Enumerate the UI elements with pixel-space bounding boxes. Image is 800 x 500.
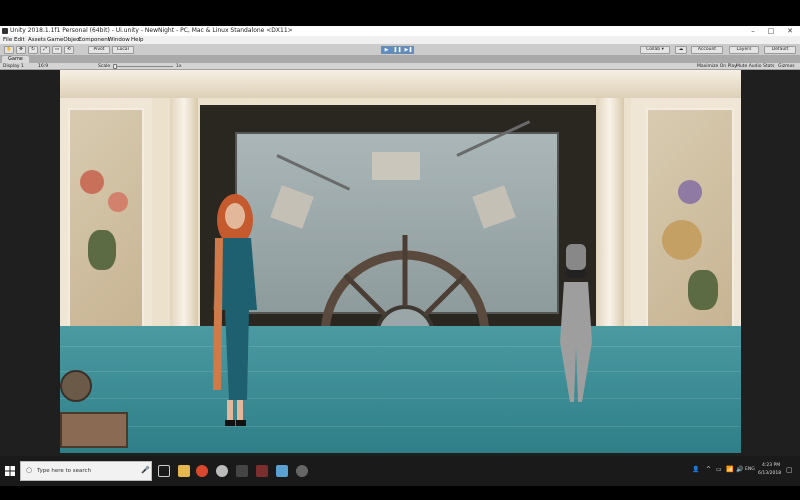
pivot-toggle[interactable]: Pivot <box>88 46 110 54</box>
mute-audio-toggle[interactable]: Mute Audio <box>736 63 762 70</box>
ceiling-beam <box>276 154 351 191</box>
collab-button[interactable]: Collab ▾ <box>640 46 670 54</box>
chrome-icon[interactable] <box>196 465 208 477</box>
minimize-button[interactable]: – <box>744 26 762 36</box>
scene-ceiling <box>60 70 741 98</box>
floor-plank-line <box>60 398 741 399</box>
menu-file[interactable]: File <box>3 36 12 44</box>
battery-icon[interactable]: ▭ <box>716 466 722 473</box>
maximize-on-play-toggle[interactable]: Maximize On Play <box>697 63 737 70</box>
windows-logo-icon <box>5 466 15 476</box>
window-title: Unity 2018.1.1f1 Personal (64bit) - Ui.u… <box>10 27 293 34</box>
rotate-tool-icon[interactable]: ↻ <box>28 46 38 54</box>
menu-bar: File Edit Assets GameObject Component Wi… <box>0 36 800 44</box>
step-button[interactable]: ▶❚ <box>403 46 414 54</box>
windows-start-button[interactable] <box>0 456 20 486</box>
menu-assets[interactable]: Assets <box>28 36 46 44</box>
main-toolbar: ✋ ✥ ↻ ⤢ ▭ ⟲ Pivot Local ▶ ❚❚ ▶❚ Collab ▾… <box>0 44 800 56</box>
floor-plank-line <box>60 426 741 427</box>
left-pillar <box>170 98 198 326</box>
app-icon[interactable] <box>216 465 228 477</box>
tab-game[interactable]: Game <box>2 56 29 63</box>
scene-floor <box>60 326 741 453</box>
hanging-lamp <box>372 152 420 180</box>
move-tool-icon[interactable]: ✥ <box>16 46 26 54</box>
hanging-lamp <box>270 185 314 229</box>
hand-tool-icon[interactable]: ✋ <box>4 46 14 54</box>
leaf-decoration <box>88 230 116 270</box>
rect-tool-icon[interactable]: ▭ <box>52 46 62 54</box>
unity-editor-window: Unity 2018.1.1f1 Personal (64bit) - Ui.u… <box>0 26 800 456</box>
show-hidden-icons-icon[interactable]: ^ <box>706 466 711 473</box>
notifications-icon[interactable]: ▢ <box>786 466 793 474</box>
maximize-button[interactable]: □ <box>762 26 780 36</box>
radio-body <box>60 412 128 448</box>
unity-taskbar-icon[interactable] <box>236 465 248 477</box>
floor-plank-line <box>60 346 741 347</box>
right-pillar <box>596 98 624 326</box>
left-floral-panel <box>68 108 144 328</box>
settings-app-icon[interactable] <box>296 465 308 477</box>
layout-dropdown[interactable]: Default <box>764 46 796 54</box>
menu-edit[interactable]: Edit <box>14 36 25 44</box>
microphone-icon[interactable]: 🎤 <box>141 466 150 474</box>
game-tab-bar: Game <box>0 56 800 63</box>
menu-window[interactable]: Window <box>108 36 130 44</box>
flower-decoration <box>80 170 104 194</box>
menu-gameobject[interactable]: GameObject <box>47 36 81 44</box>
language-indicator[interactable]: ENG <box>745 467 755 472</box>
game-view-toolbar: Display 1 16:9 Scale 1x Maximize On Play… <box>0 63 800 70</box>
screen: Unity 2018.1.1f1 Personal (64bit) - Ui.u… <box>0 0 800 500</box>
hanging-lamp <box>472 185 516 229</box>
media-app-icon[interactable] <box>256 465 268 477</box>
unity-logo-icon <box>2 28 8 34</box>
flower-decoration <box>662 220 702 260</box>
account-dropdown[interactable]: Account <box>691 46 723 54</box>
aspect-dropdown[interactable]: 16:9 <box>38 63 48 70</box>
local-toggle[interactable]: Local <box>112 46 134 54</box>
menu-component[interactable]: Component <box>78 36 110 44</box>
cloud-icon[interactable]: ☁ <box>675 46 687 54</box>
gizmos-dropdown[interactable]: Gizmos <box>778 63 795 70</box>
female-character-sprite <box>213 194 257 426</box>
transform-tool-icon[interactable]: ⟲ <box>64 46 74 54</box>
layers-dropdown[interactable]: Layers <box>729 46 759 54</box>
close-button[interactable]: ✕ <box>781 26 799 36</box>
mannequin-sprite <box>560 244 592 402</box>
volume-icon[interactable]: 🔊 <box>736 466 743 473</box>
scale-value: 1x <box>176 64 182 69</box>
notes-app-icon[interactable] <box>276 465 288 477</box>
scale-slider-handle[interactable] <box>113 64 117 69</box>
game-scene <box>60 70 741 453</box>
scale-tool-icon[interactable]: ⤢ <box>40 46 50 54</box>
scale-label: Scale <box>98 64 111 69</box>
scale-slider-track[interactable] <box>115 66 173 67</box>
game-view[interactable] <box>0 70 800 456</box>
display-dropdown[interactable]: Display 1 <box>3 63 24 70</box>
clock-date[interactable]: 6/13/2018 <box>758 471 781 476</box>
play-controls: ▶ ❚❚ ▶❚ <box>381 46 414 54</box>
play-button[interactable]: ▶ <box>381 46 392 54</box>
right-floral-panel <box>646 108 734 328</box>
dial-icon <box>60 370 92 402</box>
stats-toggle[interactable]: Stats <box>763 63 775 70</box>
task-view-icon[interactable] <box>158 465 170 477</box>
radio-gadget-decoration <box>60 370 130 450</box>
flower-decoration <box>108 192 128 212</box>
title-bar: Unity 2018.1.1f1 Personal (64bit) - Ui.u… <box>0 26 800 36</box>
file-explorer-icon[interactable] <box>178 465 190 477</box>
network-icon[interactable]: 📶 <box>726 466 733 473</box>
pause-button[interactable]: ❚❚ <box>392 46 403 54</box>
leaf-decoration <box>688 270 718 310</box>
search-icon: ○ <box>26 466 33 474</box>
menu-help[interactable]: Help <box>131 36 144 44</box>
clock-time[interactable]: 4:23 PM <box>762 463 780 468</box>
windows-taskbar: Type here to search ○ 🎤 👤 ^ ▭ 📶 🔊 ENG 4:… <box>0 456 800 486</box>
people-icon[interactable]: 👤 <box>692 466 699 473</box>
flower-decoration <box>678 180 702 204</box>
floor-plank-line <box>60 371 741 372</box>
taskbar-search-input[interactable]: Type here to search <box>20 461 152 481</box>
